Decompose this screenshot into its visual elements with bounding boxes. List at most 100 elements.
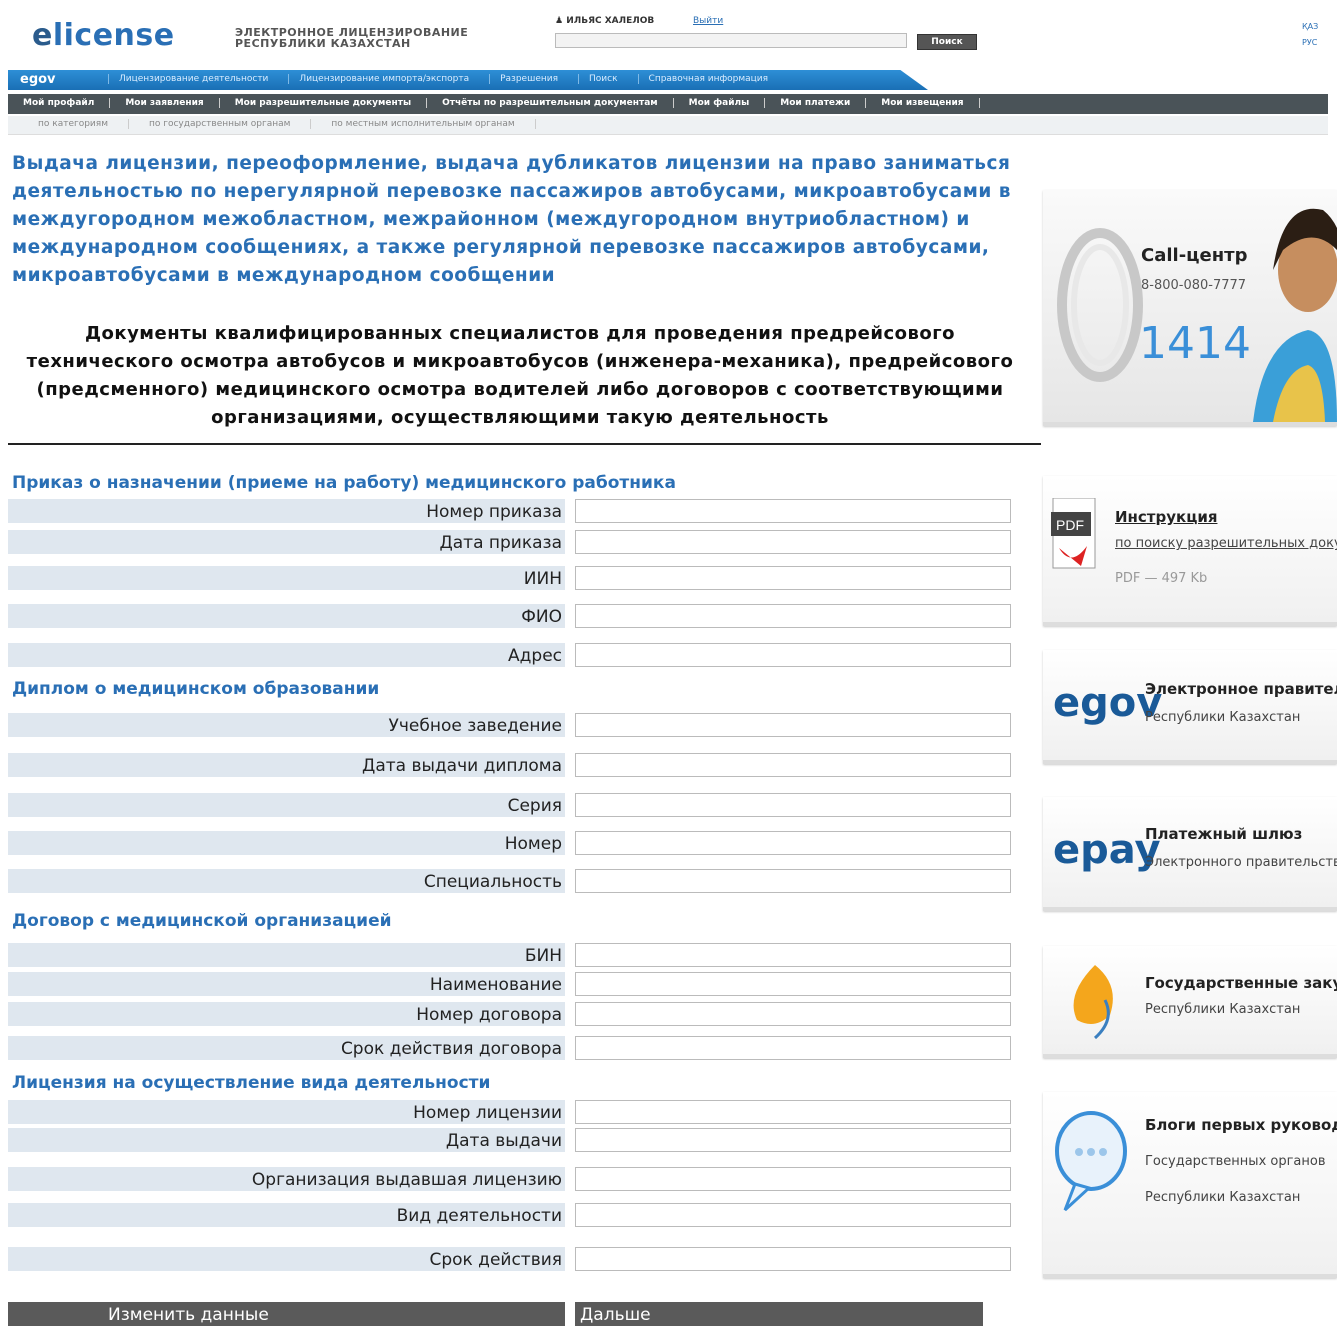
field-label: Номер договора <box>8 1002 565 1026</box>
nav-item-permits[interactable]: Разрешения <box>489 74 578 84</box>
subnav-item-gov-bodies[interactable]: по государственным органам <box>129 119 312 129</box>
field-label: БИН <box>8 943 565 967</box>
series-input[interactable] <box>575 793 1011 817</box>
goszakup-subtitle: Республики Казахстан <box>1145 1002 1301 1017</box>
section-diploma: Диплом о медицинском образовании <box>12 679 380 699</box>
pdf-icon: PDF <box>1051 498 1096 569</box>
section-order: Приказ о назначении (приеме на работу) м… <box>12 473 676 493</box>
nav-item-licensing[interactable]: Лицензирование деятельности <box>108 74 288 84</box>
nav-item-applications[interactable]: Мои заявления <box>110 98 220 108</box>
field-label: Адрес <box>8 643 565 667</box>
epay-card[interactable]: epay Платежный шлюз Электронного правите… <box>1043 797 1337 911</box>
call-center-phone: 8-800-080-7777 <box>1141 278 1247 293</box>
egov-card[interactable]: egov Электронное правительство Республик… <box>1043 650 1337 764</box>
specialty-input[interactable] <box>575 869 1011 893</box>
docs-heading: Документы квалифицированных специалистов… <box>26 323 1014 428</box>
edit-data-button[interactable]: Изменить данные <box>8 1302 565 1326</box>
lang-kz-link[interactable]: ҚАЗ <box>1302 22 1318 31</box>
nav-item-permit-docs[interactable]: Мои разрешительные документы <box>220 98 428 108</box>
user-name-text: ИЛЬЯС ХАЛЕЛОВ <box>566 16 655 26</box>
call-center-banner[interactable]: Call-центр 8-800-080-7777 1414 <box>1043 190 1337 426</box>
call-center-title: Call-центр <box>1141 245 1248 266</box>
operator-photo <box>1253 208 1337 422</box>
issue-date-input[interactable] <box>575 1128 1011 1152</box>
issuing-org-input[interactable] <box>575 1167 1011 1191</box>
order-number-input[interactable] <box>575 499 1011 523</box>
nav-item-payments[interactable]: Мои платежи <box>765 98 867 108</box>
field-label: Срок действия договора <box>8 1036 565 1060</box>
iin-input[interactable] <box>575 566 1011 590</box>
fio-input[interactable] <box>575 604 1011 628</box>
nav-item-search[interactable]: Поиск <box>578 74 638 84</box>
epay-title: Платежный шлюз <box>1145 825 1303 843</box>
license-number-input[interactable] <box>575 1100 1011 1124</box>
main-nav-items: Лицензирование деятельности Лицензирован… <box>108 74 788 84</box>
blogs-subtitle-2: Республики Казахстан <box>1145 1190 1301 1205</box>
order-date-input[interactable] <box>575 530 1011 554</box>
user-name[interactable]: ♟ ИЛЬЯС ХАЛЕЛОВ <box>555 16 654 26</box>
nav-item-files[interactable]: Мои файлы <box>674 98 766 108</box>
blogs-title: Блоги первых руководителей <box>1145 1116 1337 1134</box>
org-name-input[interactable] <box>575 972 1011 996</box>
field-label: Срок действия <box>8 1247 565 1271</box>
activity-type-input[interactable] <box>575 1203 1011 1227</box>
instruction-card[interactable]: PDF Инструкция по поиску разрешительных … <box>1043 476 1337 626</box>
main-nav: egov Лицензирование деятельности Лицензи… <box>8 70 928 90</box>
divider <box>8 443 1041 445</box>
egov-title: Электронное правительство <box>1145 680 1337 698</box>
subnav-item-local-bodies[interactable]: по местным исполнительным органам <box>311 119 536 129</box>
field-label: Дата выдачи <box>8 1128 565 1152</box>
search-input[interactable] <box>555 33 907 48</box>
blogs-subtitle-1: Государственных органов <box>1145 1154 1326 1169</box>
next-button[interactable]: Дальше <box>575 1302 983 1326</box>
nav-item-profile[interactable]: Мой профайл <box>8 98 111 108</box>
address-input[interactable] <box>575 643 1011 667</box>
bin-input[interactable] <box>575 943 1011 967</box>
logout-link[interactable]: Выйти <box>693 16 723 26</box>
goszakup-card[interactable]: Государственные закупки Республики Казах… <box>1043 946 1337 1058</box>
blogs-card[interactable]: Блоги первых руководителей Государственн… <box>1043 1092 1337 1278</box>
subnav-item-categories[interactable]: по категориям <box>18 119 129 129</box>
field-label: Номер приказа <box>8 499 565 523</box>
nav-item-notices[interactable]: Мои извещения <box>866 98 980 108</box>
nav-item-reports[interactable]: Отчёты по разрешительным документам <box>427 98 674 108</box>
profile-nav-items: Мой профайл Мои заявления Мои разрешител… <box>8 98 980 108</box>
goszakup-title: Государственные закупки <box>1145 974 1337 992</box>
field-label: Учебное заведение <box>8 713 565 737</box>
instruction-link[interactable]: по поиску разрешительных документов <box>1115 536 1337 551</box>
validity-input[interactable] <box>575 1247 1011 1271</box>
sub-nav: по категориям по государственным органам… <box>8 116 1328 135</box>
diploma-number-input[interactable] <box>575 831 1011 855</box>
epay-subtitle: Электронного правительства <box>1145 855 1337 870</box>
field-label: Специальность <box>8 869 565 893</box>
contract-term-input[interactable] <box>575 1036 1011 1060</box>
field-label: Номер лицензии <box>8 1100 565 1124</box>
section-license: Лицензия на осуществление вида деятельно… <box>12 1073 491 1093</box>
pdf-icon-label: PDF <box>1056 517 1084 533</box>
nav-item-import-export[interactable]: Лицензирование импорта/экспорта <box>288 74 489 84</box>
field-label: Дата приказа <box>8 530 565 554</box>
field-label: ФИО <box>8 604 565 628</box>
instruction-title: Инструкция <box>1115 508 1218 526</box>
elicense-logo[interactable]: elicense <box>32 18 175 53</box>
page-title: Выдача лицензии, переоформление, выдача … <box>12 153 1011 286</box>
section-contract: Договор с медицинской организацией <box>12 911 392 931</box>
field-label: Дата выдачи диплома <box>8 753 565 777</box>
nav-item-reference[interactable]: Справочная информация <box>637 74 789 84</box>
institution-input[interactable] <box>575 713 1011 737</box>
diploma-date-input[interactable] <box>575 753 1011 777</box>
sub-nav-items: по категориям по государственным органам… <box>18 119 536 129</box>
lang-ru-link[interactable]: РУС <box>1302 38 1317 47</box>
field-label: Организация выдавшая лицензию <box>8 1167 565 1191</box>
logo-suffix: license <box>52 18 175 53</box>
egov-subtitle: Республики Казахстан <box>1145 710 1301 725</box>
instruction-meta: PDF — 497 Kb <box>1115 571 1208 586</box>
contract-number-input[interactable] <box>575 1002 1011 1026</box>
search-button[interactable]: Поиск <box>917 34 977 50</box>
speech-bubble-icon <box>1055 1111 1127 1212</box>
logo-caption: ЭЛЕКТРОННОЕ ЛИЦЕНЗИРОВАНИЕ РЕСПУБЛИКИ КА… <box>235 26 469 50</box>
egov-nav-logo[interactable]: egov <box>20 72 56 87</box>
logo-prefix: e <box>32 18 53 53</box>
field-label: Номер <box>8 831 565 855</box>
field-label: Вид деятельности <box>8 1203 565 1227</box>
